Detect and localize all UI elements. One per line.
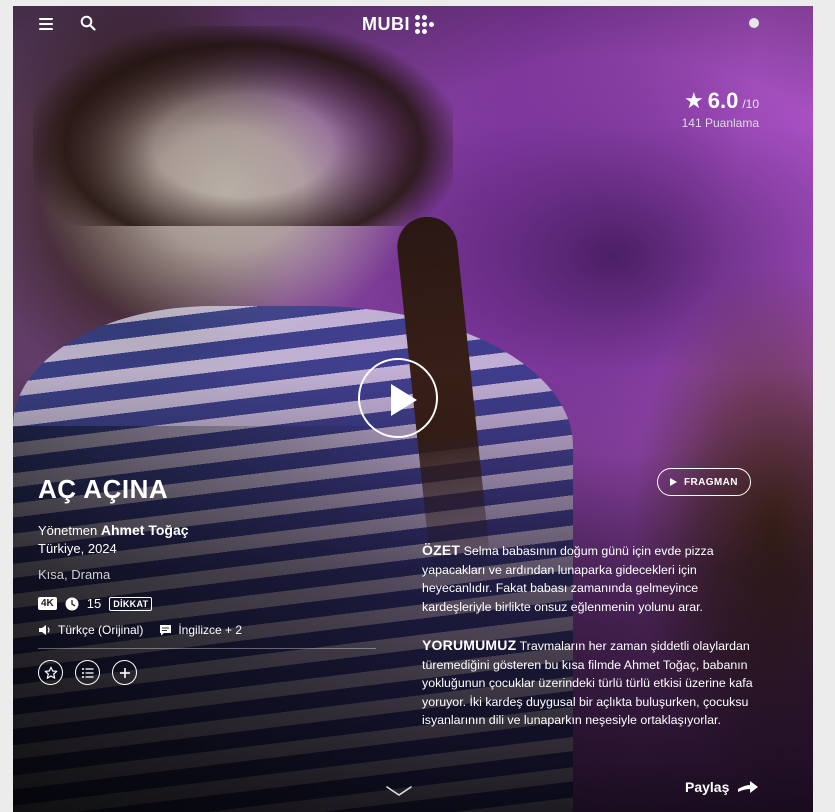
search-icon[interactable] (80, 15, 96, 31)
plus-icon (119, 667, 130, 678)
speaker-icon (39, 625, 50, 635)
synopsis: ÖZET Selma babasının doğum günü için evd… (422, 541, 767, 616)
trailer-button[interactable]: FRAGMAN (657, 468, 751, 496)
trailer-label: FRAGMAN (684, 476, 738, 488)
logo-text: MUBI (362, 14, 410, 34)
age-rating: 15 (86, 596, 102, 611)
genres: Kısa, Drama (38, 567, 111, 582)
add-to-list-button[interactable] (75, 660, 100, 685)
star-outline-icon (44, 666, 57, 679)
synopsis-text: Selma babasının doğum günü için evde piz… (422, 544, 714, 614)
director-label: Yönetmen (38, 523, 98, 538)
director-line: Yönetmen Ahmet Toğaç (38, 522, 189, 538)
technical-badges: 4K 15 DİKKAT (38, 596, 153, 611)
star-icon: ★ (683, 88, 704, 113)
rating-scale: /10 (742, 97, 759, 111)
chevron-down-icon[interactable] (385, 784, 413, 798)
rating-count: 141 Puanlama (681, 116, 759, 130)
synopsis-label: ÖZET (422, 542, 461, 558)
audio-language: Türkçe (Orijinal) (58, 623, 144, 637)
resolution-badge: 4K (38, 597, 57, 610)
subtitle-languages: İngilizce + 2 (178, 623, 243, 637)
review-label: YORUMUMUZ (422, 637, 517, 653)
warning-badge: DİKKAT (109, 596, 153, 611)
top-navigation-bar: MUBI (13, 6, 813, 46)
menu-icon[interactable] (39, 18, 53, 30)
subtitles-icon (160, 625, 172, 636)
rate-button[interactable] (38, 660, 63, 685)
director-name-link[interactable]: Ahmet Toğaç (101, 522, 189, 538)
profile-avatar[interactable] (749, 18, 759, 28)
add-to-watchlist-button[interactable] (112, 660, 137, 685)
film-hero: MUBI ★ 6.0 /10 141 Puanlama AÇ AÇINA Yön… (13, 6, 813, 812)
arrow-right-icon (738, 781, 759, 793)
share-label: Paylaş (685, 779, 730, 795)
film-title: AÇ AÇINA (38, 474, 169, 504)
divider (38, 648, 376, 649)
logo-dots-icon (415, 15, 434, 34)
play-icon (670, 478, 677, 486)
list-icon (81, 667, 93, 678)
country-year: Türkiye, 2024 (38, 541, 117, 556)
share-button[interactable]: Paylaş (685, 779, 759, 795)
mubi-logo[interactable]: MUBI (362, 14, 434, 35)
languages-row: Türkçe (Orijinal) İngilizce + 2 (38, 623, 242, 637)
play-icon (391, 384, 417, 416)
clock-icon (65, 597, 79, 610)
rating-value: 6.0 (707, 88, 739, 113)
rating-block: ★ 6.0 /10 141 Puanlama (682, 88, 759, 130)
review: YORUMUMUZ Travmaların her zaman şiddetli… (422, 636, 767, 730)
play-button[interactable] (358, 358, 438, 438)
film-actions (38, 660, 137, 685)
